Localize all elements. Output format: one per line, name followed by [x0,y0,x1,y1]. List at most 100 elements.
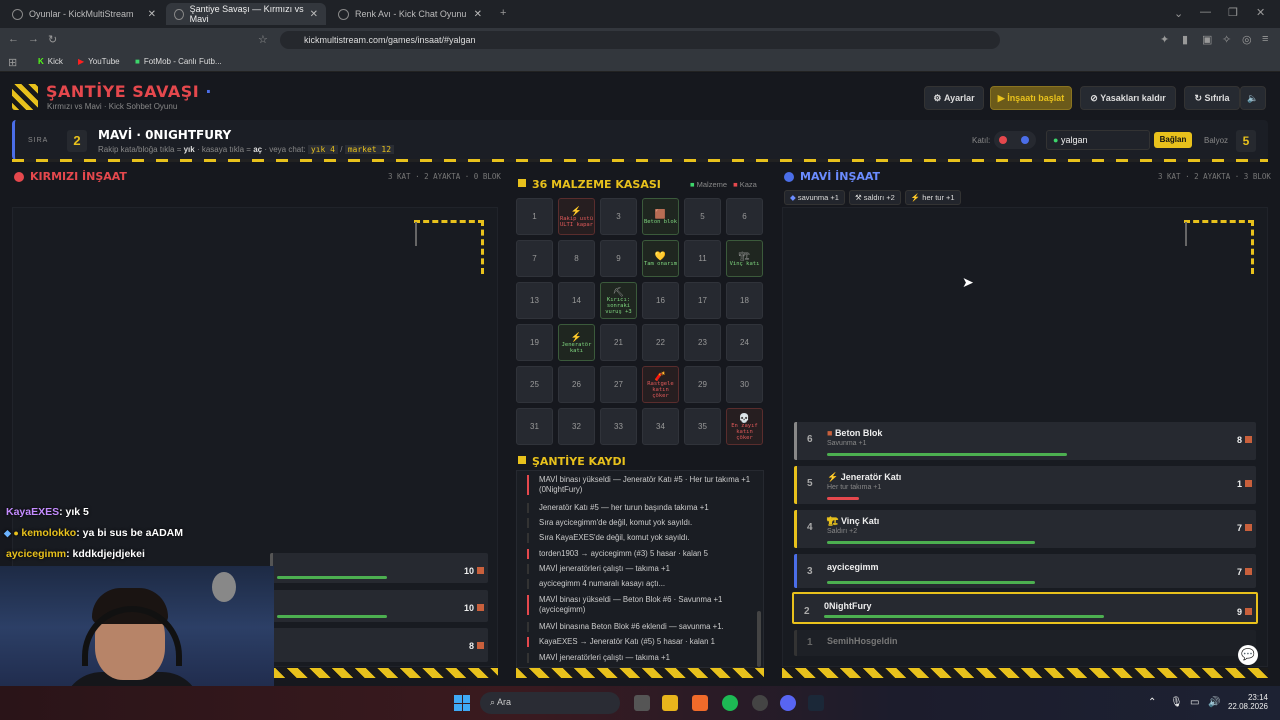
crate-cell[interactable]: 7 [516,240,553,277]
start-build-button[interactable]: ▶ İnşaatı başlat [990,86,1072,110]
crate-cell[interactable]: 8 [558,240,595,277]
crate-cell[interactable]: 6 [726,198,763,235]
new-tab-icon[interactable]: + [500,7,506,19]
crate-cell[interactable]: 18 [726,282,763,319]
channel-input[interactable]: ● yalgan [1046,130,1150,150]
mic-icon[interactable]: 🎙 [1170,697,1183,708]
blue-floor-3[interactable]: 3 aycicegimm 7 [794,554,1256,588]
crate-cell[interactable]: 33 [600,408,637,445]
crate-cell[interactable]: 14 [558,282,595,319]
crate-cell[interactable]: 🟫 Beton blok [642,198,679,235]
crate-cell[interactable]: 24 [726,324,763,361]
crate-cell[interactable]: 💀 En zayıf katın çöker [726,408,763,445]
network-icon[interactable]: ▭ [1190,697,1199,708]
url-field[interactable]: kickmultistream.com/games/insaat/#yalgan [280,31,1000,49]
windows-start-icon[interactable] [454,695,470,711]
close-icon[interactable]: ✕ [310,9,318,20]
reload-icon[interactable]: ↻ [48,33,57,46]
window-close-icon[interactable]: ✕ [1256,6,1265,19]
crate-cell[interactable]: 19 [516,324,553,361]
unban-button[interactable]: ⊘ Yasakları kaldır [1080,86,1176,110]
crate-cell[interactable]: 25 [516,366,553,403]
minimize-icon[interactable]: — [1200,6,1211,18]
crate-cell[interactable]: ⚡ Jeneratör katı [558,324,595,361]
tray-chevron-icon[interactable]: ⌃ [1148,697,1156,708]
log-scrollbar[interactable] [757,611,761,667]
chevron-down-icon[interactable]: ⌄ [1174,7,1183,20]
crate-cell[interactable]: 31 [516,408,553,445]
blue-floor-1[interactable]: 1 SemihHosgeldin [794,630,1256,656]
red-floor-1[interactable]: 8 [270,628,488,662]
tab-santiye[interactable]: Şantiye Savaşı — Kırmızı vs Mavi ✕ [166,3,326,25]
blue-floor-2-active[interactable]: 2 0NightFury 9 [792,592,1258,624]
crate-cell[interactable]: 32 [558,408,595,445]
file-explorer-icon[interactable] [662,695,678,711]
bookmark-icon[interactable]: ☆ [258,33,268,46]
spotify-icon[interactable] [722,695,738,711]
crate-cell[interactable]: 26 [558,366,595,403]
close-icon[interactable]: ✕ [474,9,482,20]
site-log[interactable]: MAVİ binası yükseldi — Jeneratör Katı #5… [516,470,764,668]
crate-cell[interactable]: 13 [516,282,553,319]
discord-icon[interactable] [780,695,796,711]
volume-icon[interactable]: 🔊 [1208,697,1220,708]
extensions-icon[interactable]: ✦ [1160,33,1169,46]
apps-grid-icon[interactable]: ⊞ [8,56,17,69]
task-view-icon[interactable] [634,695,650,711]
bookmark-fotmob[interactable]: ■ FotMob - Canlı Futb... [135,57,222,66]
crate-cell[interactable]: 27 [600,366,637,403]
leo-icon[interactable]: ✧ [1222,33,1231,46]
crate-cell[interactable]: 17 [684,282,721,319]
bookmark-kick[interactable]: K Kick [38,57,63,66]
chat-bubble-icon[interactable]: 💬 [1238,645,1258,665]
crate-cell[interactable]: 22 [642,324,679,361]
tab-oyunlar[interactable]: Oyunlar - KickMultiStream ✕ [4,3,164,25]
crate-number: 35 [698,422,707,431]
taskbar-search[interactable]: ⌕ Ara [480,692,620,714]
blue-floor-4[interactable]: 4 🏗 Vinç Katı Saldırı +2 7 [794,510,1256,548]
brave-icon[interactable] [692,695,708,711]
settings-button[interactable]: ⚙ Ayarlar [924,86,984,110]
crate-cell[interactable]: 5 [684,198,721,235]
crate-cell[interactable]: 35 [684,408,721,445]
clock[interactable]: 23:14 22.08.2026 [1220,693,1268,711]
sound-button[interactable]: 🔈 [1240,86,1266,110]
blue-floor-5[interactable]: 5 ⚡ Jeneratör Katı Her tur takıma +1 1 [794,466,1256,504]
close-icon[interactable]: ✕ [148,9,156,20]
red-team-dot-icon[interactable] [999,136,1007,144]
blue-floor-6[interactable]: 6 ■ Beton Blok Savunma +1 8 [794,422,1256,460]
team-toggle[interactable] [994,131,1036,149]
connect-button[interactable]: Bağlan [1154,132,1192,148]
crate-cell[interactable]: 23 [684,324,721,361]
crate-item-icon: 🏗 [738,250,751,261]
menu-icon[interactable]: ≡ [1262,33,1268,45]
crate-cell[interactable]: 💛 Tam onarım [642,240,679,277]
crate-cell[interactable]: 30 [726,366,763,403]
crate-cell[interactable]: 3 [600,198,637,235]
crate-cell[interactable]: 🧨 Rastgele katın çöker [642,366,679,403]
tab-renk-avi[interactable]: Renk Avı - Kick Chat Oyunu ✕ [330,3,490,25]
forward-icon[interactable]: → [28,33,39,45]
blue-team-dot-icon[interactable] [1021,136,1029,144]
crate-cell[interactable]: ⚡ Rakip ustü ULTI kapar [558,198,595,235]
reset-button[interactable]: ↻ Sıfırla [1184,86,1240,110]
steam-icon[interactable] [808,695,824,711]
back-icon[interactable]: ← [8,33,19,45]
crate-cell[interactable]: 🏗 Vinç katı [726,240,763,277]
crate-cell[interactable]: 16 [642,282,679,319]
bookmark-youtube[interactable]: ▶ YouTube [78,57,120,66]
crate-cell[interactable]: 1 [516,198,553,235]
github-icon[interactable] [752,695,768,711]
red-floor-3[interactable]: 10 [270,553,488,583]
maximize-icon[interactable]: ❐ [1228,6,1238,19]
red-floor-2[interactable]: 10 [270,590,488,622]
crate-cell[interactable]: 9 [600,240,637,277]
sidebar-icon[interactable]: ▮ [1182,33,1188,46]
vpn-icon[interactable]: ◎ [1242,33,1252,46]
crate-cell[interactable]: 21 [600,324,637,361]
crate-cell[interactable]: ⛏ Kırıcı: sonraki vuruş +3 [600,282,637,319]
crate-cell[interactable]: 11 [684,240,721,277]
crate-cell[interactable]: 29 [684,366,721,403]
wallet-icon[interactable]: ▣ [1202,33,1212,46]
crate-cell[interactable]: 34 [642,408,679,445]
